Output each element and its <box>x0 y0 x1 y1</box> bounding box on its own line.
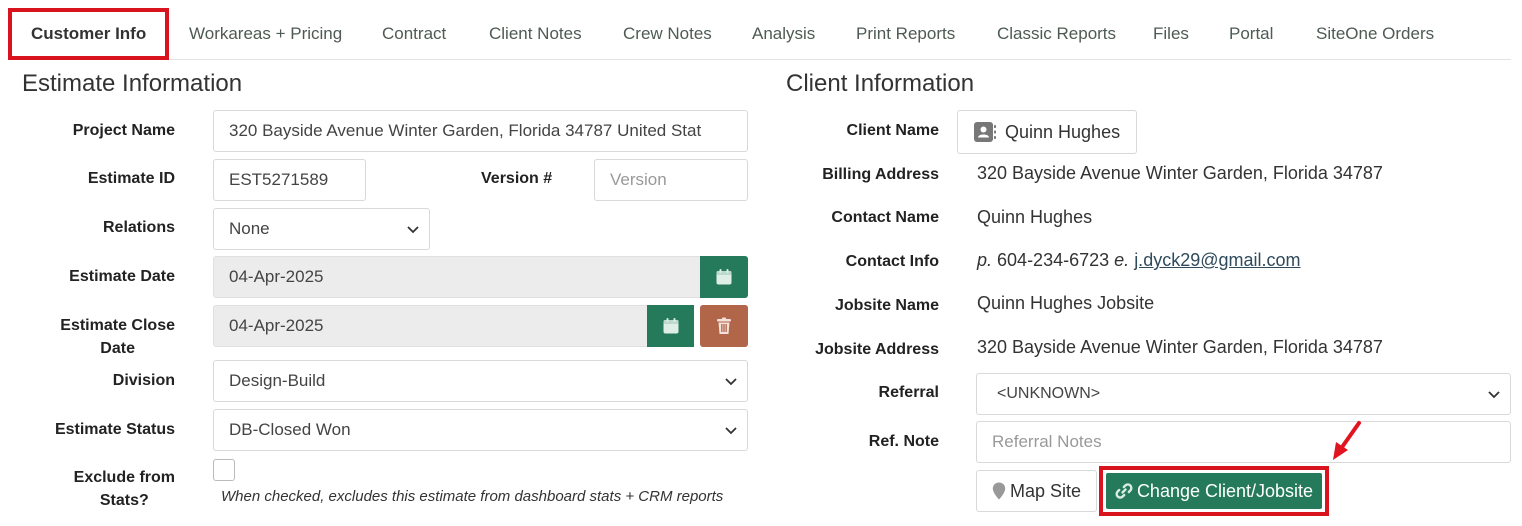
billing-address-label: Billing Address <box>822 166 939 183</box>
estimate-heading: Estimate Information <box>22 70 243 97</box>
tab-print-reports[interactable]: Print Reports <box>856 8 955 60</box>
phone-value: 604-234-6723 <box>997 250 1110 270</box>
project-name-label: Project Name <box>72 122 175 139</box>
ref-note-label: Ref. Note <box>868 433 939 450</box>
clear-close-date-button[interactable] <box>700 305 748 347</box>
change-client-jobsite-label: Change Client/Jobsite <box>1136 480 1314 501</box>
exclude-stats-hint: When checked, excludes this estimate fro… <box>221 488 724 505</box>
jobsite-name-label: Jobsite Name <box>834 297 939 314</box>
tab-bar: Customer Info Workareas + Pricing Contra… <box>8 8 1511 60</box>
map-site-label: Map Site <box>1009 480 1082 501</box>
email-link[interactable]: j.dyck29@gmail.com <box>1134 250 1300 270</box>
estimate-close-date-input[interactable]: 04-Apr-2025 <box>213 305 648 347</box>
client-heading: Client Information <box>786 70 975 97</box>
contact-info-label: Contact Info <box>845 253 939 270</box>
referral-label: Referral <box>878 384 939 401</box>
jobsite-address-value: 320 Bayside Avenue Winter Garden, Florid… <box>977 337 1383 357</box>
billing-address-value: 320 Bayside Avenue Winter Garden, Florid… <box>977 163 1383 183</box>
exclude-stats-label: Exclude from Stats? <box>74 466 175 512</box>
estimate-close-date-label: Estimate Close Date <box>60 314 175 360</box>
jobsite-address-label: Jobsite Address <box>815 341 939 358</box>
version-input[interactable]: Version <box>594 159 748 201</box>
client-name-value: Quinn Hughes <box>1005 121 1121 142</box>
project-name-input[interactable]: 320 Bayside Avenue Winter Garden, Florid… <box>213 110 748 152</box>
tab-crew-notes[interactable]: Crew Notes <box>623 8 712 60</box>
division-select[interactable]: Design-Build <box>213 360 748 402</box>
tab-classic-reports[interactable]: Classic Reports <box>997 8 1116 60</box>
estimate-date-label: Estimate Date <box>69 268 175 285</box>
contact-card-icon <box>974 122 996 142</box>
link-icon <box>1115 483 1133 499</box>
tab-contract[interactable]: Contract <box>382 8 446 60</box>
estimate-id-label: Estimate ID <box>87 170 175 187</box>
tab-client-notes[interactable]: Client Notes <box>489 8 582 60</box>
tab-siteone-orders[interactable]: SiteOne Orders <box>1316 8 1434 60</box>
relations-select[interactable]: None <box>213 208 430 250</box>
estimate-close-date-label-line1: Estimate Close <box>60 317 175 334</box>
client-name-label: Client Name <box>846 122 939 139</box>
referral-select[interactable]: <UNKNOWN> <box>976 373 1511 415</box>
contact-name-value: Quinn Hughes <box>977 207 1093 227</box>
calendar-icon <box>663 318 678 334</box>
estimate-status-select[interactable]: DB-Closed Won <box>213 409 748 451</box>
map-pin-icon <box>992 482 1006 500</box>
division-label: Division <box>112 372 175 389</box>
referral-value: <UNKNOWN> <box>997 385 1101 402</box>
estimate-id-input[interactable]: EST5271589 <box>213 159 366 201</box>
estimate-status-value: DB-Closed Won <box>229 420 351 439</box>
estimate-close-date-label-line2: Date <box>100 340 135 357</box>
tab-workareas-pricing[interactable]: Workareas + Pricing <box>189 8 342 60</box>
tab-customer-info[interactable]: Customer Info <box>8 8 170 60</box>
referral-notes-input[interactable]: Referral Notes <box>976 421 1511 463</box>
calendar-icon <box>716 269 732 285</box>
close-date-picker-button[interactable] <box>647 305 694 347</box>
exclude-stats-label-line2: Stats? <box>99 492 149 509</box>
jobsite-name-value: Quinn Hughes Jobsite <box>977 293 1155 313</box>
tab-portal[interactable]: Portal <box>1229 8 1273 60</box>
chevron-down-icon <box>725 378 737 386</box>
trash-icon <box>717 317 731 334</box>
relations-label: Relations <box>102 219 175 236</box>
chevron-down-icon <box>725 427 737 435</box>
estimate-date-input[interactable]: 04-Apr-2025 <box>213 256 701 298</box>
tab-files[interactable]: Files <box>1153 8 1189 60</box>
map-site-button[interactable]: Map Site <box>976 470 1097 512</box>
email-prefix: e. <box>1114 250 1130 270</box>
client-name-chip[interactable]: Quinn Hughes <box>957 110 1137 154</box>
estimate-date-picker-button[interactable] <box>700 256 748 298</box>
division-value: Design-Build <box>229 371 326 390</box>
relations-value: None <box>229 219 270 238</box>
version-label: Version # <box>481 170 553 187</box>
arrow-icon <box>1333 421 1361 460</box>
chevron-down-icon <box>1488 391 1500 399</box>
exclude-stats-label-line1: Exclude from <box>73 469 175 486</box>
estimate-status-label: Estimate Status <box>54 421 175 438</box>
tab-analysis[interactable]: Analysis <box>752 8 815 60</box>
exclude-stats-checkbox[interactable] <box>213 459 235 481</box>
change-client-highlight: Change Client/Jobsite <box>1099 466 1329 516</box>
change-client-jobsite-button[interactable]: Change Client/Jobsite <box>1106 473 1322 509</box>
contact-info-value: p. 604-234-6723 e. j.dyck29@gmail.com <box>977 247 1301 273</box>
phone-prefix: p. <box>977 250 993 270</box>
contact-name-label: Contact Name <box>831 209 939 226</box>
chevron-down-icon <box>407 226 419 234</box>
